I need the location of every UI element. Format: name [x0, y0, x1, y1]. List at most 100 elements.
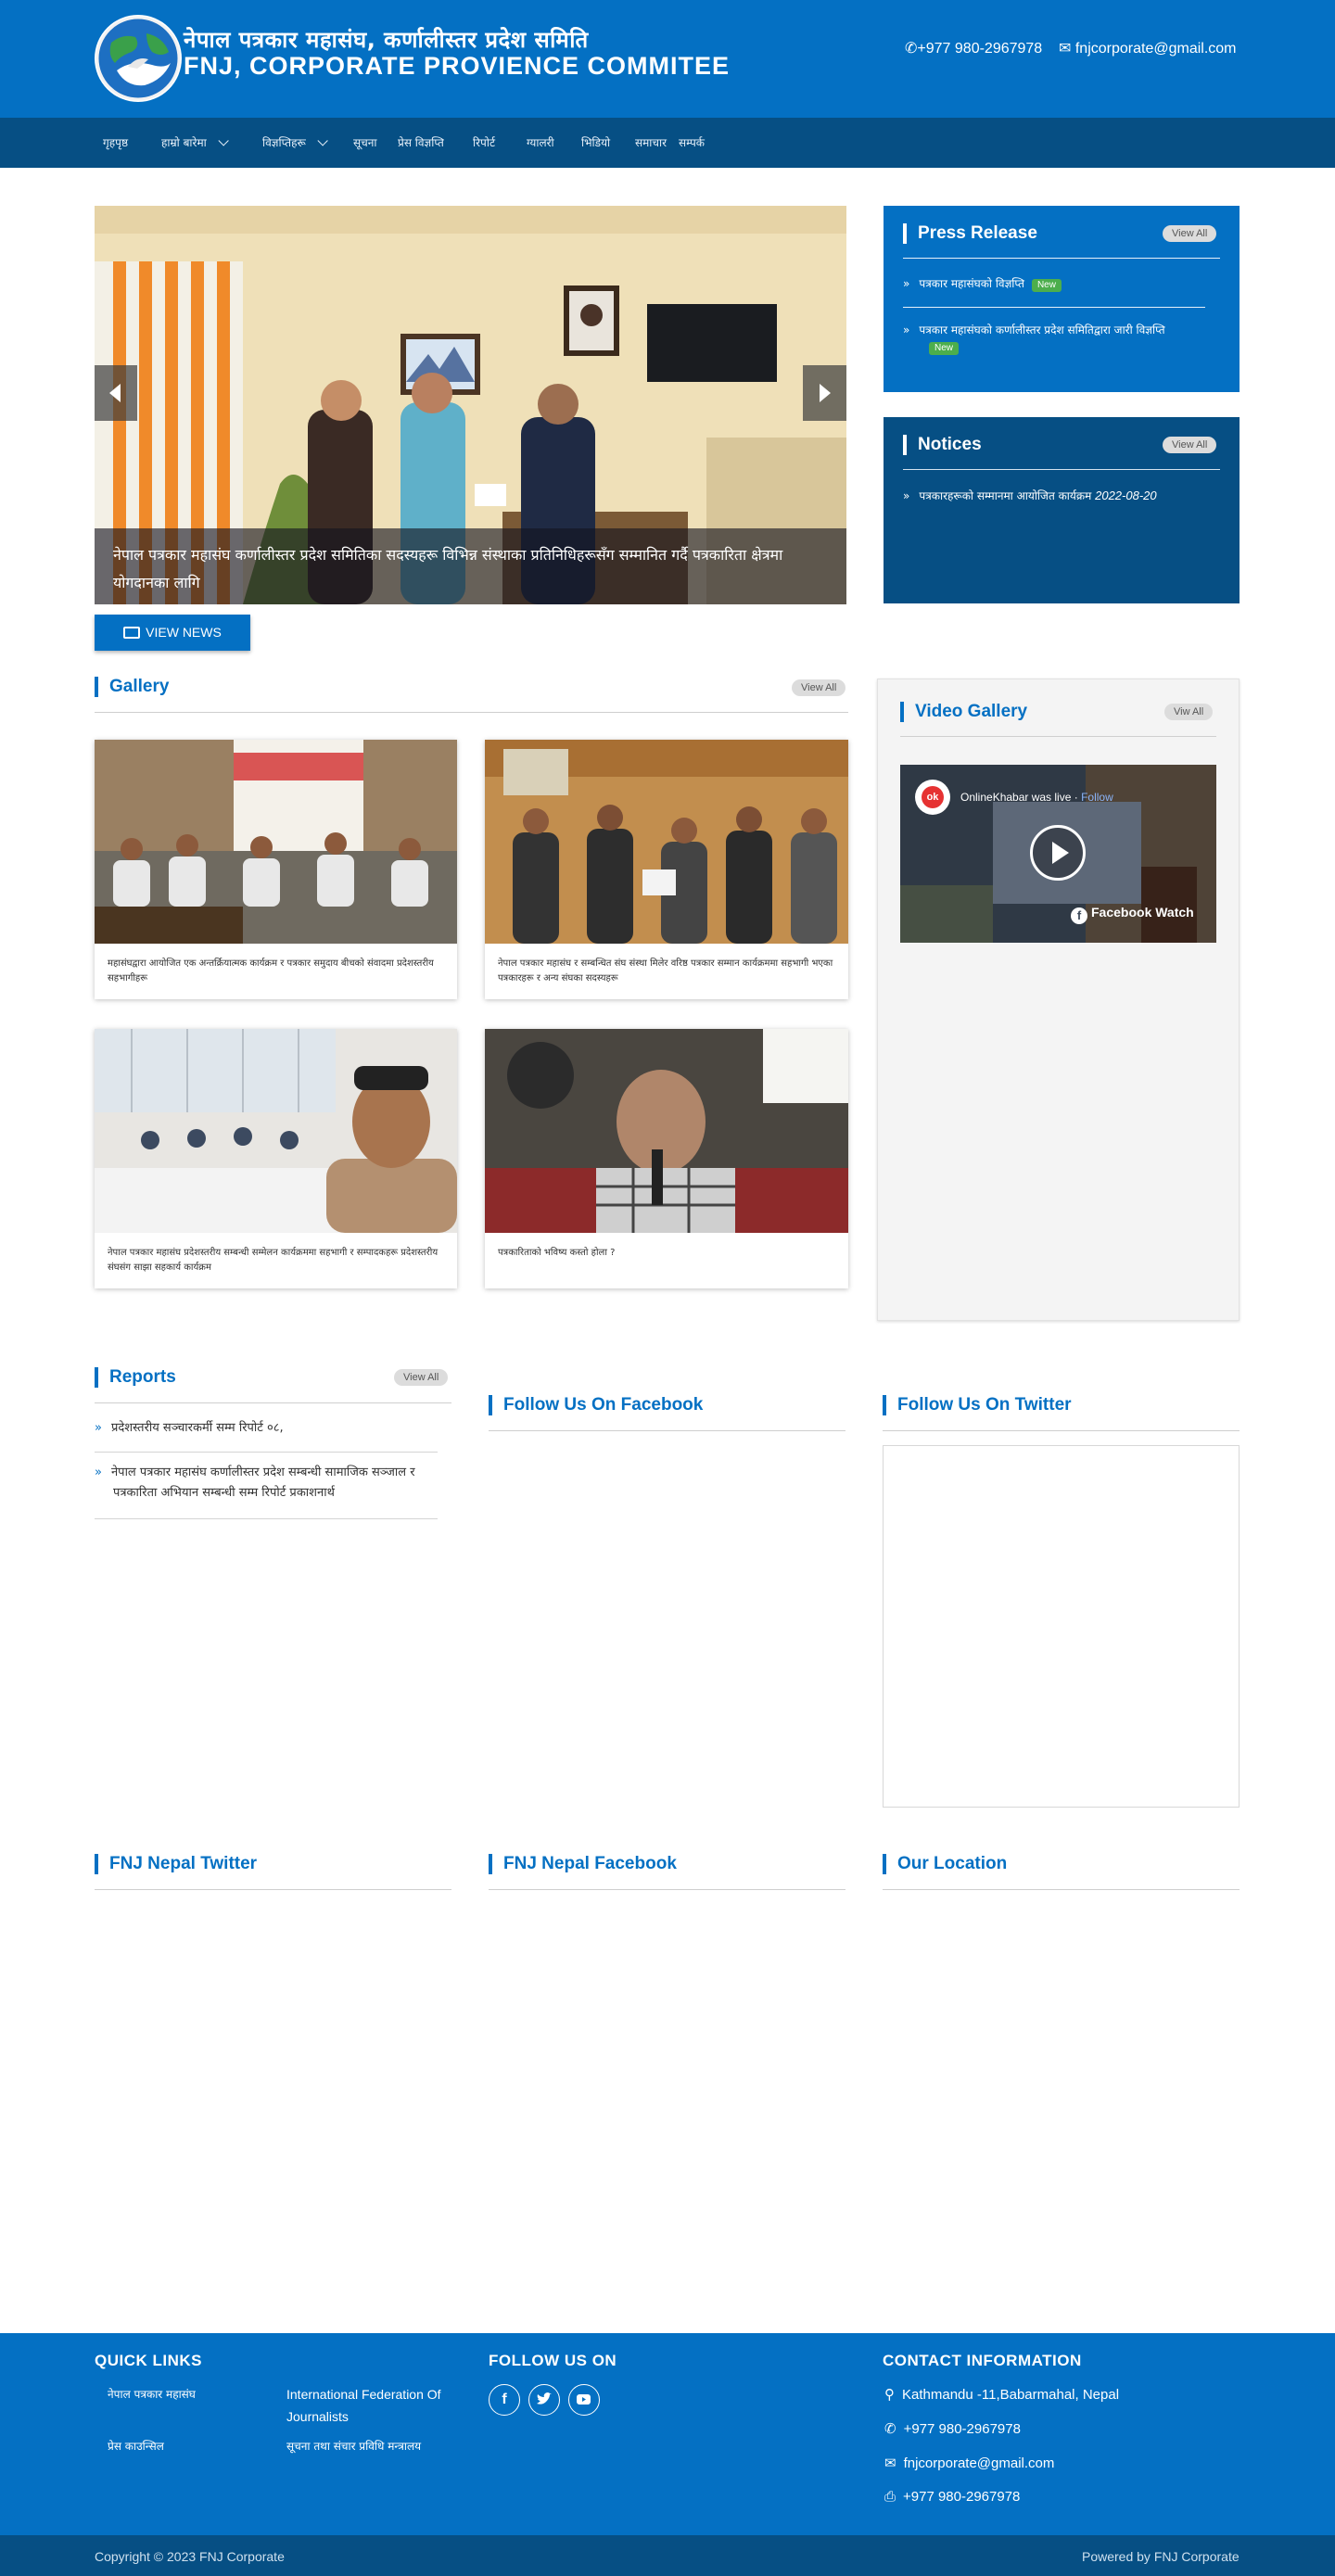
our-location-title: Our Location — [883, 1854, 1007, 1874]
envelope-icon: ✉ — [1059, 41, 1072, 57]
video-channel-line: OnlineKhabar was live · Follow — [960, 791, 1113, 804]
report-item[interactable]: » नेपाल पत्रकार महासंघ कर्णालीस्तर प्रदेश… — [95, 1463, 438, 1504]
slider-prev-button[interactable] — [95, 365, 137, 421]
divider — [883, 1430, 1240, 1431]
quick-link[interactable]: नेपाल पत्रकार महासंघ — [108, 2383, 265, 2405]
divider — [903, 307, 1205, 308]
divider — [903, 469, 1220, 470]
play-button[interactable] — [1030, 825, 1086, 881]
divider — [95, 1889, 451, 1890]
divider — [489, 1889, 846, 1890]
quick-link[interactable]: प्रेस काउन्सिल — [108, 2435, 265, 2457]
org-name-english: FNJ, CORPORATE PROVIENCE COMMITEE — [184, 52, 731, 80]
video-gallery-view-all[interactable]: Viw All — [1164, 704, 1214, 720]
gallery-card[interactable]: नेपाल पत्रकार महासंघ र सम्बन्धित संघ संस… — [485, 740, 848, 999]
notices-view-all[interactable]: View All — [1163, 437, 1217, 453]
arrow-right-icon — [820, 384, 831, 402]
gallery-image — [95, 1029, 457, 1233]
header-email-text: fnjcorporate@gmail.com — [1074, 41, 1237, 57]
nav-item-report[interactable]: रिपोर्ट — [473, 118, 495, 168]
channel-avatar[interactable]: ok — [915, 780, 950, 815]
gallery-card[interactable]: महासंघद्वारा आयोजित एक अन्तर्क्रियात्मक … — [95, 740, 457, 999]
follow-twitter-title: Follow Us On Twitter — [883, 1395, 1072, 1415]
reports-view-all[interactable]: View All — [394, 1369, 449, 1386]
nav-item-statements[interactable]: विज्ञप्तिहरू — [262, 118, 328, 168]
nav-item-news[interactable]: समाचार — [635, 118, 667, 168]
follow-facebook-title: Follow Us On Facebook — [489, 1395, 703, 1415]
slider-next-button[interactable] — [803, 365, 846, 421]
double-chevron-icon: » — [95, 1421, 102, 1435]
arrow-left-icon — [109, 384, 121, 402]
youtube-social-button[interactable] — [568, 2384, 600, 2416]
gallery-caption: नेपाल पत्रकार महासंघ र सम्बन्धित संघ संस… — [498, 958, 833, 983]
nav-item-gallery[interactable]: ग्यालरी — [527, 118, 554, 168]
double-chevron-icon: » — [95, 1466, 102, 1479]
twitter-icon — [537, 2392, 552, 2405]
header-phone-text: +977 980-2967978 — [917, 41, 1043, 57]
footer-email-text: fnjcorporate@gmail.com — [903, 2455, 1055, 2471]
gallery-caption: पत्रकारिताको भविष्य कस्तो होला ? — [498, 1248, 616, 1258]
footer-email[interactable]: ✉ fnjcorporate@gmail.com — [884, 2455, 1054, 2471]
press-release-item-text: पत्रकार महासंघको कर्णालीस्तर प्रदेश समित… — [919, 324, 1165, 336]
nav-item-home[interactable]: गृहपृष्ठ — [103, 118, 128, 168]
notices-title: Notices — [903, 435, 982, 455]
newspaper-icon — [123, 627, 141, 639]
double-chevron-icon: » — [903, 324, 910, 336]
twitter-social-button[interactable] — [528, 2384, 560, 2416]
gallery-image — [95, 740, 457, 944]
twitter-embed-frame[interactable] — [883, 1445, 1240, 1808]
facebook-icon: f — [502, 2392, 507, 2407]
notice-item-text: पत्रकारहरूको सम्मानमा आयोजित कार्यक्रम — [919, 489, 1092, 502]
map-marker-icon: ⚲ — [884, 2387, 895, 2403]
header-phone[interactable]: ✆+977 980-2967978 — [905, 39, 1042, 57]
video-follow-link[interactable]: Follow — [1081, 791, 1113, 804]
phone-icon: ✆ — [905, 41, 918, 57]
slider-caption[interactable]: नेपाल पत्रकार महासंघ कर्णालीस्तर प्रदेश … — [113, 541, 827, 597]
report-item-text: नेपाल पत्रकार महासंघ कर्णालीस्तर प्रदेश … — [110, 1466, 415, 1500]
youtube-icon — [577, 2394, 591, 2405]
quick-link[interactable]: International Federation Of Journalists — [286, 2383, 453, 2428]
header-email[interactable]: ✉ fnjcorporate@gmail.com — [1059, 39, 1237, 57]
facebook-watch-text: Facebook Watch — [1091, 905, 1194, 920]
video-channel-name: OnlineKhabar was live — [960, 791, 1072, 804]
fnj-twitter-title: FNJ Nepal Twitter — [95, 1854, 257, 1874]
nav-item-about[interactable]: हाम्रो बारेमा — [161, 118, 229, 168]
fax-icon: ⎙ — [884, 2489, 896, 2505]
fnj-facebook-title: FNJ Nepal Facebook — [489, 1854, 677, 1874]
view-news-button[interactable]: VIEW NEWS — [95, 615, 250, 651]
notice-date: 2022-08-20 — [1095, 489, 1157, 502]
press-release-item[interactable]: » पत्रकार महासंघको कर्णालीस्तर प्रदेश समि… — [903, 322, 1200, 355]
nav-item-contact[interactable]: सम्पर्क — [679, 118, 705, 168]
gallery-view-all[interactable]: View All — [792, 679, 846, 696]
facebook-icon: f — [1071, 907, 1087, 924]
gallery-card[interactable]: नेपाल पत्रकार महासंघ प्रदेशस्तरीय सम्बन्… — [95, 1029, 457, 1288]
notice-item[interactable]: » पत्रकारहरूको सम्मानमा आयोजित कार्यक्रम … — [903, 488, 1218, 504]
copyright-text: Copyright © 2023 FNJ Corporate — [95, 2549, 285, 2564]
gallery-image — [485, 740, 848, 944]
org-name-nepali: नेपाल पत्रकार महासंघ, कर्णालीस्तर प्रदेश… — [184, 27, 589, 53]
gallery-title: Gallery — [95, 677, 169, 697]
divider — [900, 736, 1216, 737]
press-release-title: Press Release — [903, 223, 1037, 244]
facebook-social-button[interactable]: f — [489, 2384, 520, 2416]
nav-item-about-label: हाम्रो बारेमा — [161, 136, 207, 149]
envelope-icon: ✉ — [884, 2455, 896, 2471]
reports-title: Reports — [95, 1367, 176, 1388]
nav-item-press-release[interactable]: प्रेस विज्ञप्ति — [398, 118, 444, 168]
press-release-view-all[interactable]: View All — [1163, 225, 1217, 242]
press-release-item[interactable]: » पत्रकार महासंघको विज्ञप्ति New — [903, 275, 1200, 292]
nav-item-notice[interactable]: सूचना — [353, 118, 377, 168]
logo[interactable] — [95, 15, 182, 102]
facebook-watch-label[interactable]: f Facebook Watch — [1071, 905, 1194, 924]
footer-address-text: Kathmandu -11,Babarmahal, Nepal — [902, 2387, 1120, 2403]
gallery-caption: नेपाल पत्रकार महासंघ प्रदेशस्तरीय सम्बन्… — [108, 1248, 439, 1273]
powered-by-text[interactable]: Powered by FNJ Corporate — [1082, 2549, 1240, 2564]
report-item[interactable]: » प्रदेशस्तरीय सञ्चारकर्मी सम्म रिपोर्ट ०… — [95, 1418, 438, 1439]
quick-link[interactable]: सूचना तथा संचार प्रविधि मन्त्रालय — [286, 2435, 444, 2457]
nav-item-video[interactable]: भिडियो — [581, 118, 610, 168]
video-gallery-title: Video Gallery — [900, 702, 1027, 722]
double-chevron-icon: » — [903, 277, 910, 290]
gallery-card[interactable]: पत्रकारिताको भविष्य कस्तो होला ? — [485, 1029, 848, 1288]
follow-us-title: FOLLOW US ON — [489, 2352, 617, 2369]
footer-phone[interactable]: ✆ +977 980-2967978 — [884, 2420, 1021, 2437]
